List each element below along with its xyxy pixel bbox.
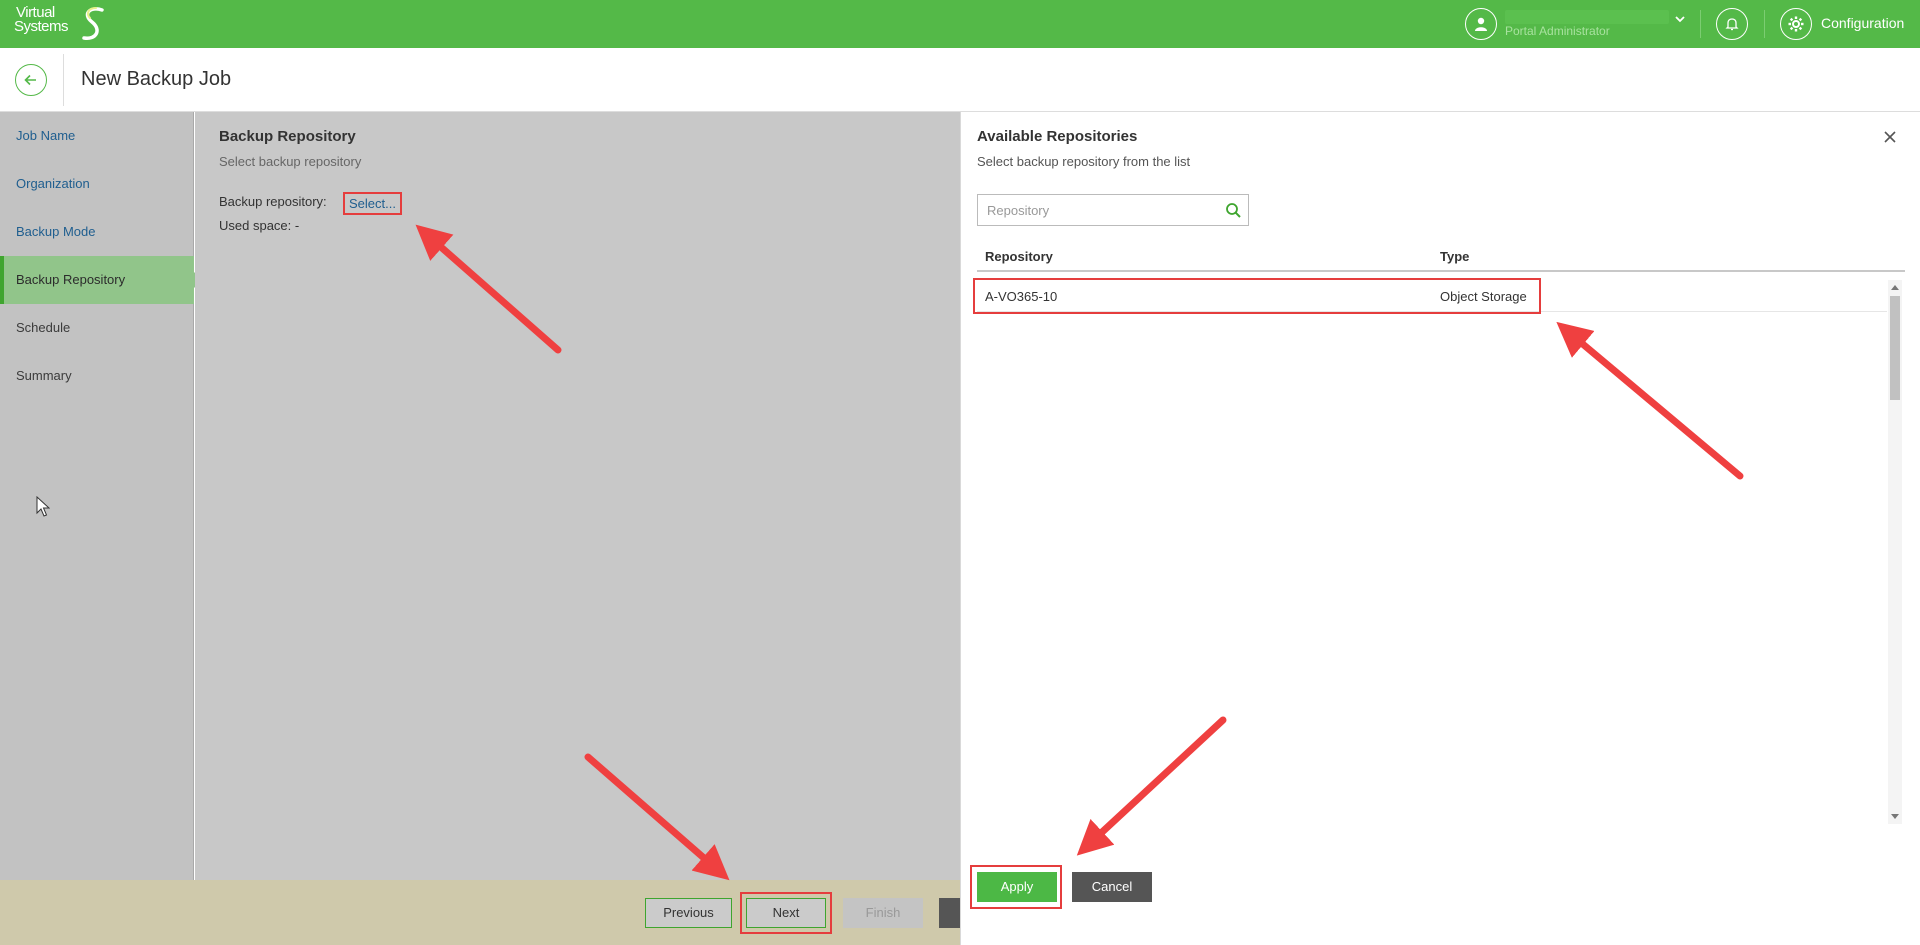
- table-scrollbar[interactable]: [1888, 280, 1902, 824]
- nav-step-job-name[interactable]: Job Name: [0, 112, 194, 160]
- column-header-type[interactable]: Type: [1440, 249, 1469, 264]
- header-divider: [63, 54, 64, 106]
- section-subtitle: Select backup repository: [219, 154, 362, 169]
- nav-step-summary: Summary: [16, 368, 72, 383]
- close-icon[interactable]: [1883, 130, 1897, 144]
- wizard-footer: Previous Next Finish: [0, 880, 960, 945]
- nav-step-schedule: Schedule: [16, 320, 71, 335]
- back-button[interactable]: [15, 64, 47, 96]
- bell-icon[interactable]: [1716, 8, 1748, 40]
- page-header: New Backup Job: [0, 48, 1920, 112]
- column-header-repository[interactable]: Repository: [985, 249, 1053, 264]
- panel-subtitle: Select backup repository from the list: [977, 154, 1191, 169]
- apply-button[interactable]: Apply: [977, 872, 1057, 902]
- wizard-content: Backup Repository Select backup reposito…: [195, 112, 960, 880]
- arrow-left-icon: [24, 74, 36, 86]
- table-row[interactable]: A-VO365-10 Object Storage: [973, 278, 1887, 314]
- available-repositories-panel: Available Repositories Select backup rep…: [960, 112, 1920, 945]
- used-space-label: Used space: -: [219, 218, 300, 233]
- gear-icon[interactable]: [1780, 8, 1812, 40]
- logo-s-icon: [82, 7, 104, 40]
- repository-search-input[interactable]: [978, 195, 1208, 225]
- section-title: Backup Repository: [219, 128, 356, 145]
- configuration-link[interactable]: Configuration: [1821, 15, 1904, 31]
- repositories-table-body: A-VO365-10 Object Storage: [973, 278, 1905, 824]
- logo-line-2: Systems: [14, 18, 69, 35]
- scroll-thumb[interactable]: [1890, 296, 1900, 400]
- nav-step-backup-repository[interactable]: Backup Repository: [0, 256, 202, 304]
- user-icon[interactable]: [1465, 8, 1497, 40]
- wizard-steps-nav: Job Name Organization Backup Mode Backup…: [0, 112, 202, 880]
- user-role: Portal Administrator: [1505, 24, 1610, 38]
- page-title: New Backup Job: [81, 68, 232, 90]
- previous-button[interactable]: Previous: [645, 898, 732, 928]
- topbar-divider: [1700, 10, 1701, 38]
- topbar-divider: [1764, 10, 1765, 38]
- search-icon[interactable]: [1225, 202, 1242, 219]
- repository-search-box: [977, 194, 1249, 226]
- annotation-highlight-box: [973, 278, 1541, 314]
- nav-step-backup-mode[interactable]: Backup Mode: [0, 208, 194, 256]
- backup-repository-label: Backup repository:: [219, 194, 327, 209]
- top-bar: Virtual Systems Portal Administrator Con…: [0, 0, 1920, 48]
- mouse-cursor-icon: [36, 496, 50, 517]
- scroll-down-arrow-icon[interactable]: [1891, 814, 1899, 819]
- virtual-systems-logo[interactable]: Virtual Systems: [14, 5, 108, 42]
- chevron-down-icon[interactable]: [1674, 14, 1686, 24]
- cancel-button-partial[interactable]: [939, 898, 960, 928]
- nav-step-organization[interactable]: Organization: [0, 160, 194, 208]
- next-button[interactable]: Next: [746, 898, 826, 928]
- user-name-redacted: [1505, 10, 1669, 24]
- select-repository-link[interactable]: Select...: [343, 192, 402, 215]
- panel-title: Available Repositories: [977, 128, 1138, 145]
- repositories-table-header: Repository Type: [977, 240, 1905, 272]
- scroll-up-arrow-icon[interactable]: [1891, 285, 1899, 290]
- cancel-button[interactable]: Cancel: [1072, 872, 1152, 902]
- finish-button: Finish: [843, 898, 923, 928]
